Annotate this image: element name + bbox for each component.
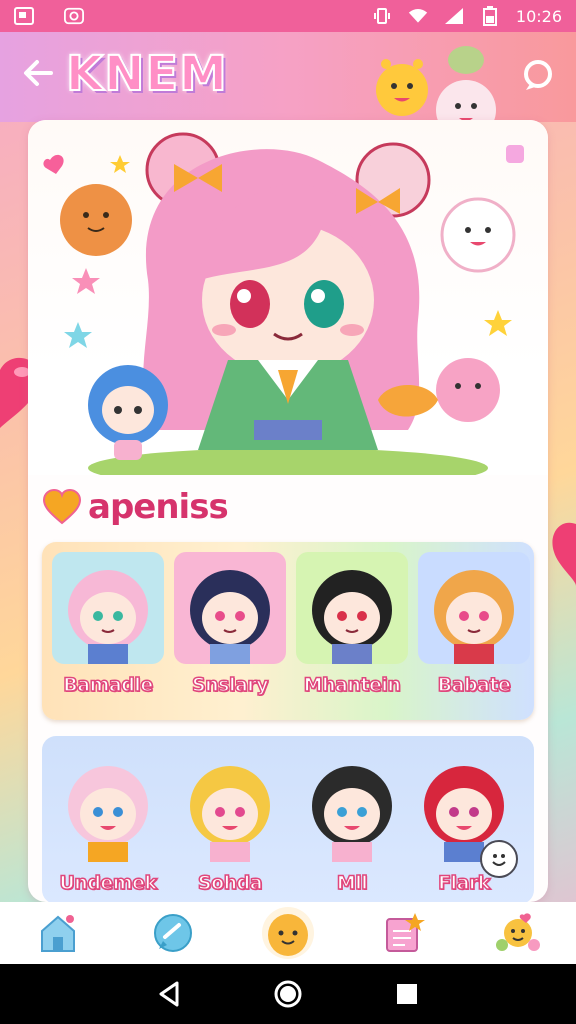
signal-icon: [444, 8, 464, 24]
character-name: Sohda: [197, 871, 263, 895]
tab-home[interactable]: [30, 905, 86, 961]
app-header: KNEM: [0, 32, 576, 158]
section-title-text: apeniss: [88, 487, 229, 527]
mascot-icon: [261, 907, 314, 959]
section-title: apeniss: [42, 482, 229, 532]
home-icon: [40, 915, 75, 952]
app-logo: KNEM: [65, 45, 228, 103]
square-recents-icon: [396, 984, 417, 1004]
circle-home-icon: [274, 980, 302, 1008]
clock: 10:26: [515, 6, 562, 26]
chat-bubble-icon: [524, 60, 552, 90]
character-portrait: [174, 552, 286, 664]
cookie-mascot-icon: [60, 184, 132, 256]
tab-friends[interactable]: [490, 905, 546, 961]
arrow-left-icon: [24, 60, 53, 86]
heart-decoration-icon: [552, 522, 576, 586]
character-card[interactable]: Mll: [296, 750, 408, 902]
character-card[interactable]: Undemek: [52, 750, 164, 902]
bottom-tab-bar: [0, 902, 576, 964]
nav-back-button[interactable]: [151, 976, 187, 1012]
character-portrait: [52, 552, 164, 664]
character-name: Babate: [437, 673, 512, 697]
character-row-1: Bamadle Snslary Mhantein Babate: [42, 542, 534, 720]
triangle-back-icon: [159, 981, 179, 1007]
tab-notes[interactable]: [375, 905, 431, 961]
vibrate-icon: [372, 8, 392, 24]
main-card: apeniss Bamadle Snslary Mhantein Babate: [28, 120, 548, 902]
screenshot-icon: [14, 7, 34, 25]
character-portrait: [296, 552, 408, 664]
tab-mascot[interactable]: [260, 905, 316, 961]
character-row-2: Undemek Sohda Mll Flark: [42, 736, 534, 902]
back-button[interactable]: [18, 56, 58, 96]
chat-button[interactable]: [520, 58, 556, 94]
character-card[interactable]: Mhantein: [296, 552, 408, 712]
nav-home-button[interactable]: [270, 976, 306, 1012]
chat-icon: [153, 914, 192, 952]
star-icon: [110, 155, 130, 173]
system-nav-bar: [0, 964, 576, 1024]
notes-icon: [386, 913, 426, 952]
heart-icon: [43, 154, 64, 174]
character-card[interactable]: Babate: [418, 552, 530, 712]
character-portrait: [52, 750, 164, 862]
character-name: Snslary: [191, 673, 269, 697]
character-card[interactable]: Bamadle: [52, 552, 164, 712]
star-icon: [484, 310, 512, 336]
nav-recents-button[interactable]: [389, 976, 425, 1012]
battery-icon: [480, 6, 500, 26]
character-name: Flark: [437, 871, 491, 895]
character-portrait: [418, 552, 530, 664]
smile-action-button[interactable]: [480, 840, 518, 878]
star-icon: [64, 322, 92, 348]
character-card[interactable]: Sohda: [174, 750, 286, 902]
cloud-mascot-icon: [440, 197, 516, 273]
friends-icon: [496, 913, 541, 951]
character-card[interactable]: Snslary: [174, 552, 286, 712]
app-notification-icon: [64, 7, 84, 25]
star-icon: [72, 268, 100, 294]
character-name: Mhantein: [303, 673, 402, 697]
character-card[interactable]: Flark: [408, 750, 520, 902]
character-name: Mll: [336, 871, 368, 895]
character-name: Undemek: [59, 871, 158, 895]
wifi-icon: [408, 8, 428, 24]
character-portrait: [296, 750, 408, 862]
tab-chat[interactable]: [145, 905, 201, 961]
character-name: Bamadle: [63, 673, 154, 697]
character-portrait: [174, 750, 286, 862]
status-bar: 10:26: [0, 0, 576, 32]
hero-illustration: [28, 120, 548, 475]
smile-icon: [492, 854, 506, 866]
heart-icon: [42, 489, 82, 525]
